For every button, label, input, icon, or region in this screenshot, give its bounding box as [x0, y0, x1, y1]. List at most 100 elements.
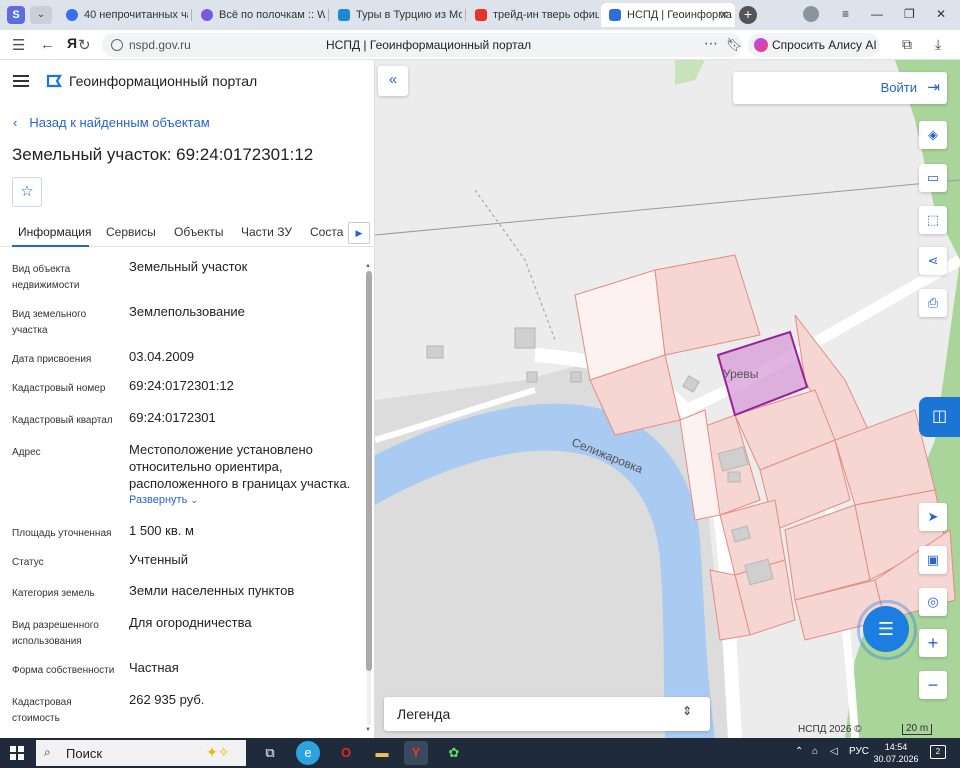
minimap-button[interactable]: ▣	[919, 546, 947, 574]
login-button[interactable]: Войти ⇥	[733, 72, 947, 104]
geo-search-button[interactable]: ◎	[919, 588, 947, 616]
browser-address-row: ☰ ← Я ↻ nspd.gov.ru НСПД | Геоинформацио…	[0, 30, 960, 60]
plus-icon: +	[927, 633, 939, 653]
account-avatar-icon[interactable]	[803, 6, 819, 22]
network-icon[interactable]: ⌂	[812, 746, 818, 757]
favorite-star-button[interactable]: ☆	[12, 177, 42, 207]
navigation-arrow-icon: ➤	[927, 509, 939, 524]
layers-button[interactable]: ◈	[919, 121, 947, 149]
reload-icon[interactable]: ↻	[78, 36, 91, 54]
browser-menu-icon[interactable]: ☰	[12, 36, 25, 54]
back-arrow-icon[interactable]: ←	[40, 36, 55, 53]
back-to-results-link[interactable]: ‹ Назад к найденным объектам	[13, 115, 210, 130]
task-view-icon[interactable]: ⧉	[258, 741, 282, 765]
attribute-label: Вид разрешенного использования	[12, 620, 99, 647]
object-info-panel: Геоинформационный портал ‹ Назад к найден…	[0, 60, 375, 738]
browser-profile-icon[interactable]: S	[7, 6, 25, 24]
site-info-icon[interactable]	[111, 39, 123, 51]
tray-chevron-icon[interactable]: ⌃	[795, 746, 803, 757]
attribute-label: Дата присвоения	[12, 354, 92, 365]
tabs-scroll-right-icon[interactable]: ▶	[348, 222, 370, 244]
volume-icon[interactable]: ◁	[830, 746, 838, 757]
search-icon: ⌕	[44, 745, 51, 759]
select-area-button[interactable]: ⬚	[919, 206, 947, 234]
print-button[interactable]: ⎙	[919, 289, 947, 317]
downloads-icon[interactable]: ⤓	[935, 36, 941, 53]
attribute-value: Местоположение установлено относительно …	[129, 442, 351, 491]
attribute-label: Форма собственности	[12, 665, 115, 676]
yandex-home-icon[interactable]: Я	[67, 35, 77, 51]
collections-icon[interactable]: ⧉	[902, 36, 912, 53]
tab-services[interactable]: Сервисы	[106, 225, 156, 239]
side-widget-button[interactable]: ◫	[919, 397, 960, 437]
attribute-value: Частная	[129, 660, 179, 675]
tab-parts[interactable]: Части ЗУ	[241, 225, 292, 239]
attribute-value: Для огородничества	[129, 615, 252, 630]
taskbar-search[interactable]: ⌕ Поиск ✦✧	[36, 740, 246, 766]
chevron-updown-icon: ⇕	[681, 704, 692, 718]
expand-address-link[interactable]: Развернуть ⌄	[129, 494, 198, 506]
place-label: Уревы	[723, 367, 759, 381]
bookmarks-icon[interactable]: ≡	[842, 7, 849, 21]
building	[526, 371, 538, 383]
location-pin-icon: ◎	[927, 594, 939, 609]
scroll-down-icon[interactable]: ▼	[365, 727, 371, 733]
tab-separator	[328, 9, 329, 21]
building	[426, 345, 444, 359]
tab-objects[interactable]: Объекты	[174, 225, 224, 239]
minimize-icon[interactable]: —	[871, 7, 883, 21]
attribute-value: 69:24:0172301	[129, 410, 216, 425]
browser-tab[interactable]: Всё по полочкам :: Wik	[193, 3, 325, 27]
my-location-button[interactable]: ➤	[919, 503, 947, 531]
attribute-label: Площадь уточненная	[12, 528, 112, 539]
opera-browser-icon[interactable]: O	[334, 741, 358, 765]
browser-tab[interactable]: трейд-ин тверь офици	[467, 3, 599, 27]
notifications-icon[interactable]: 2	[930, 745, 946, 759]
close-window-icon[interactable]: ✕	[936, 7, 946, 21]
address-bar[interactable]: nspd.gov.ru НСПД | Геоинформационный пор…	[102, 33, 743, 57]
zoom-out-button[interactable]: −	[919, 671, 947, 699]
close-tab-icon[interactable]: ✕	[719, 3, 729, 27]
selection-icon: ⬚	[926, 212, 940, 227]
attribute-label: Вид земельного участка	[12, 309, 87, 336]
tab-information[interactable]: Информация	[18, 225, 91, 239]
layers-icon: ◈	[928, 127, 938, 142]
share-button[interactable]: ⋖	[919, 247, 947, 275]
search-placeholder: Поиск	[66, 746, 103, 761]
map-scale: 20 m	[902, 724, 933, 735]
browser-tab[interactable]: 40 непрочитанных ча	[58, 3, 188, 27]
parcel	[654, 254, 761, 356]
browser-tab-active[interactable]: НСПД | Геоинформа ✕	[601, 3, 735, 27]
measure-button[interactable]: ▭	[919, 164, 947, 192]
tabs-menu-chevron-icon[interactable]: ⌄	[30, 6, 52, 24]
panel-scrollbar[interactable]: ▲ ▼	[365, 263, 372, 733]
restore-icon[interactable]: ❐	[904, 7, 915, 21]
collapse-panel-button[interactable]: «	[378, 66, 408, 96]
yandex-browser-icon[interactable]: Y	[404, 741, 428, 765]
zoom-in-button[interactable]: +	[919, 629, 947, 657]
legend-dropdown[interactable]: Легенда ⇕	[384, 697, 710, 731]
scrollbar-thumb[interactable]	[366, 271, 372, 671]
attribute-list: Вид объекта недвижимости Земельный участ…	[0, 254, 362, 738]
browser-tab[interactable]: Туры в Турцию из Мос	[330, 3, 462, 27]
tab-composition[interactable]: Состав	[310, 225, 344, 239]
double-chevron-left-icon: «	[388, 71, 398, 88]
chevron-down-icon: ⌄	[190, 495, 198, 505]
star-icon: ☆	[20, 183, 34, 200]
bookmark-icon[interactable]: 🔖︎	[726, 37, 743, 53]
new-tab-plus-icon[interactable]: +	[739, 6, 757, 24]
windows-taskbar: ⌕ Поиск ✦✧ ⧉ e O ▬ Y ✿ ⌃ ⌂ ◁ РУС 14:54 3…	[0, 738, 960, 768]
more-dots-icon[interactable]: ⋯	[704, 35, 718, 52]
app-icon[interactable]: ✿	[442, 741, 466, 765]
clock[interactable]: 14:54 30.07.2026	[872, 741, 920, 765]
browser-tab-title: 40 непрочитанных ча	[84, 9, 188, 21]
windows-start-icon[interactable]	[10, 746, 24, 760]
url-domain: nspd.gov.ru	[129, 38, 191, 52]
chat-button[interactable]: ☰	[863, 606, 909, 652]
language-indicator[interactable]: РУС	[849, 746, 869, 757]
file-explorer-icon[interactable]: ▬	[370, 741, 394, 765]
edge-browser-icon[interactable]: e	[296, 741, 320, 765]
ask-alice-button[interactable]: Спросить Алису AI	[748, 33, 880, 57]
minus-icon: −	[927, 675, 939, 695]
hamburger-menu-icon[interactable]	[13, 75, 29, 87]
